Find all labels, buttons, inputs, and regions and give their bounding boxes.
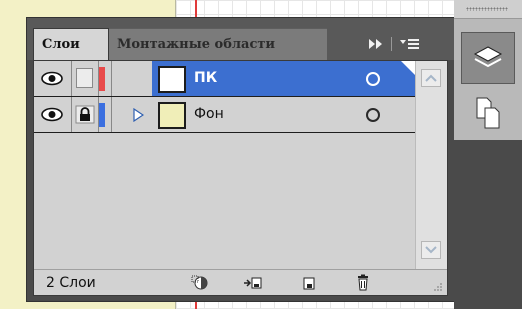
dock-artboards-button[interactable]: [461, 90, 515, 142]
create-new-layer-icon[interactable]: [298, 274, 320, 292]
layers-scrollbar[interactable]: [415, 61, 447, 269]
layer-thumbnail: [158, 66, 186, 93]
lock-empty-box: [76, 68, 93, 88]
lock-toggle[interactable]: [71, 97, 99, 132]
make-clipping-mask-icon[interactable]: [189, 274, 211, 292]
chevron-down-icon: [425, 246, 437, 254]
chevron-up-icon: [425, 74, 437, 82]
artboards-panel-icon: [476, 97, 500, 129]
layer-count-label: 2 Слои: [46, 275, 96, 291]
expand-triangle-icon[interactable]: [132, 108, 144, 122]
panel-body: ПК Фон 2 Слои: [33, 60, 448, 296]
resize-grip-icon[interactable]: [433, 282, 443, 292]
lock-icon: [75, 105, 95, 124]
column-divider: [111, 61, 112, 96]
panel-tab-bar: Слои Монтажные области: [27, 18, 454, 60]
layer-row[interactable]: Фон: [34, 97, 415, 133]
visibility-toggle[interactable]: [34, 61, 72, 96]
selection-corner-flag: [401, 61, 415, 75]
dock-grip-icon[interactable]: [466, 7, 508, 11]
target-circle-icon[interactable]: [366, 108, 380, 122]
column-divider: [111, 97, 112, 132]
layers-panel-icon: [473, 46, 503, 68]
layers-list: ПК Фон: [34, 61, 415, 269]
visibility-toggle[interactable]: [34, 97, 72, 132]
panel-footer: 2 Слои: [34, 269, 447, 295]
tab-artboards[interactable]: Монтажные области: [109, 28, 327, 60]
eye-icon: [41, 107, 63, 122]
scroll-down-button[interactable]: [421, 241, 441, 259]
scroll-up-button[interactable]: [421, 69, 441, 87]
lock-toggle[interactable]: [71, 61, 99, 96]
eye-icon: [41, 71, 63, 86]
layer-row[interactable]: ПК: [34, 61, 415, 97]
layer-color-swatch: [99, 103, 105, 127]
collapse-panel-icon[interactable]: [367, 28, 385, 60]
tab-layers[interactable]: Слои: [33, 28, 109, 60]
layer-color-swatch: [99, 67, 105, 91]
create-sublayer-icon[interactable]: [242, 274, 264, 292]
dock-layers-button[interactable]: [461, 32, 515, 84]
layers-panel: Слои Монтажные области ПК Фон 2 Слои: [27, 18, 454, 301]
target-circle-icon[interactable]: [366, 72, 380, 86]
layer-name[interactable]: ПК: [194, 61, 217, 96]
panel-dock: [454, 0, 522, 309]
dock-dark-area: [454, 140, 522, 309]
panel-tab-tools: [327, 28, 447, 60]
panel-menu-icon[interactable]: [399, 28, 421, 60]
dock-header[interactable]: [454, 0, 522, 19]
layer-thumbnail: [158, 102, 186, 129]
layer-name[interactable]: Фон: [194, 97, 224, 132]
delete-layer-icon[interactable]: [352, 274, 374, 292]
tool-separator: [391, 37, 392, 51]
